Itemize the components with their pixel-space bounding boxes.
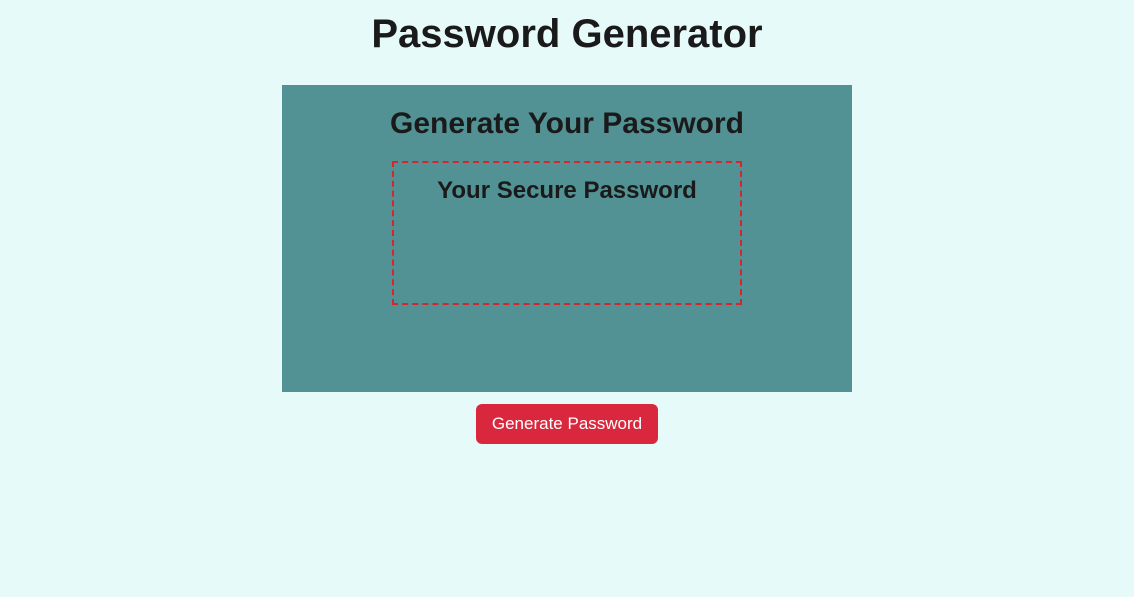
generate-password-button[interactable]: Generate Password	[476, 404, 658, 444]
password-output-box: Your Secure Password	[392, 161, 742, 305]
page-title: Password Generator	[371, 12, 762, 57]
generator-card: Generate Your Password Your Secure Passw…	[282, 85, 852, 392]
password-label: Your Secure Password	[437, 177, 697, 303]
card-title: Generate Your Password	[390, 107, 744, 141]
